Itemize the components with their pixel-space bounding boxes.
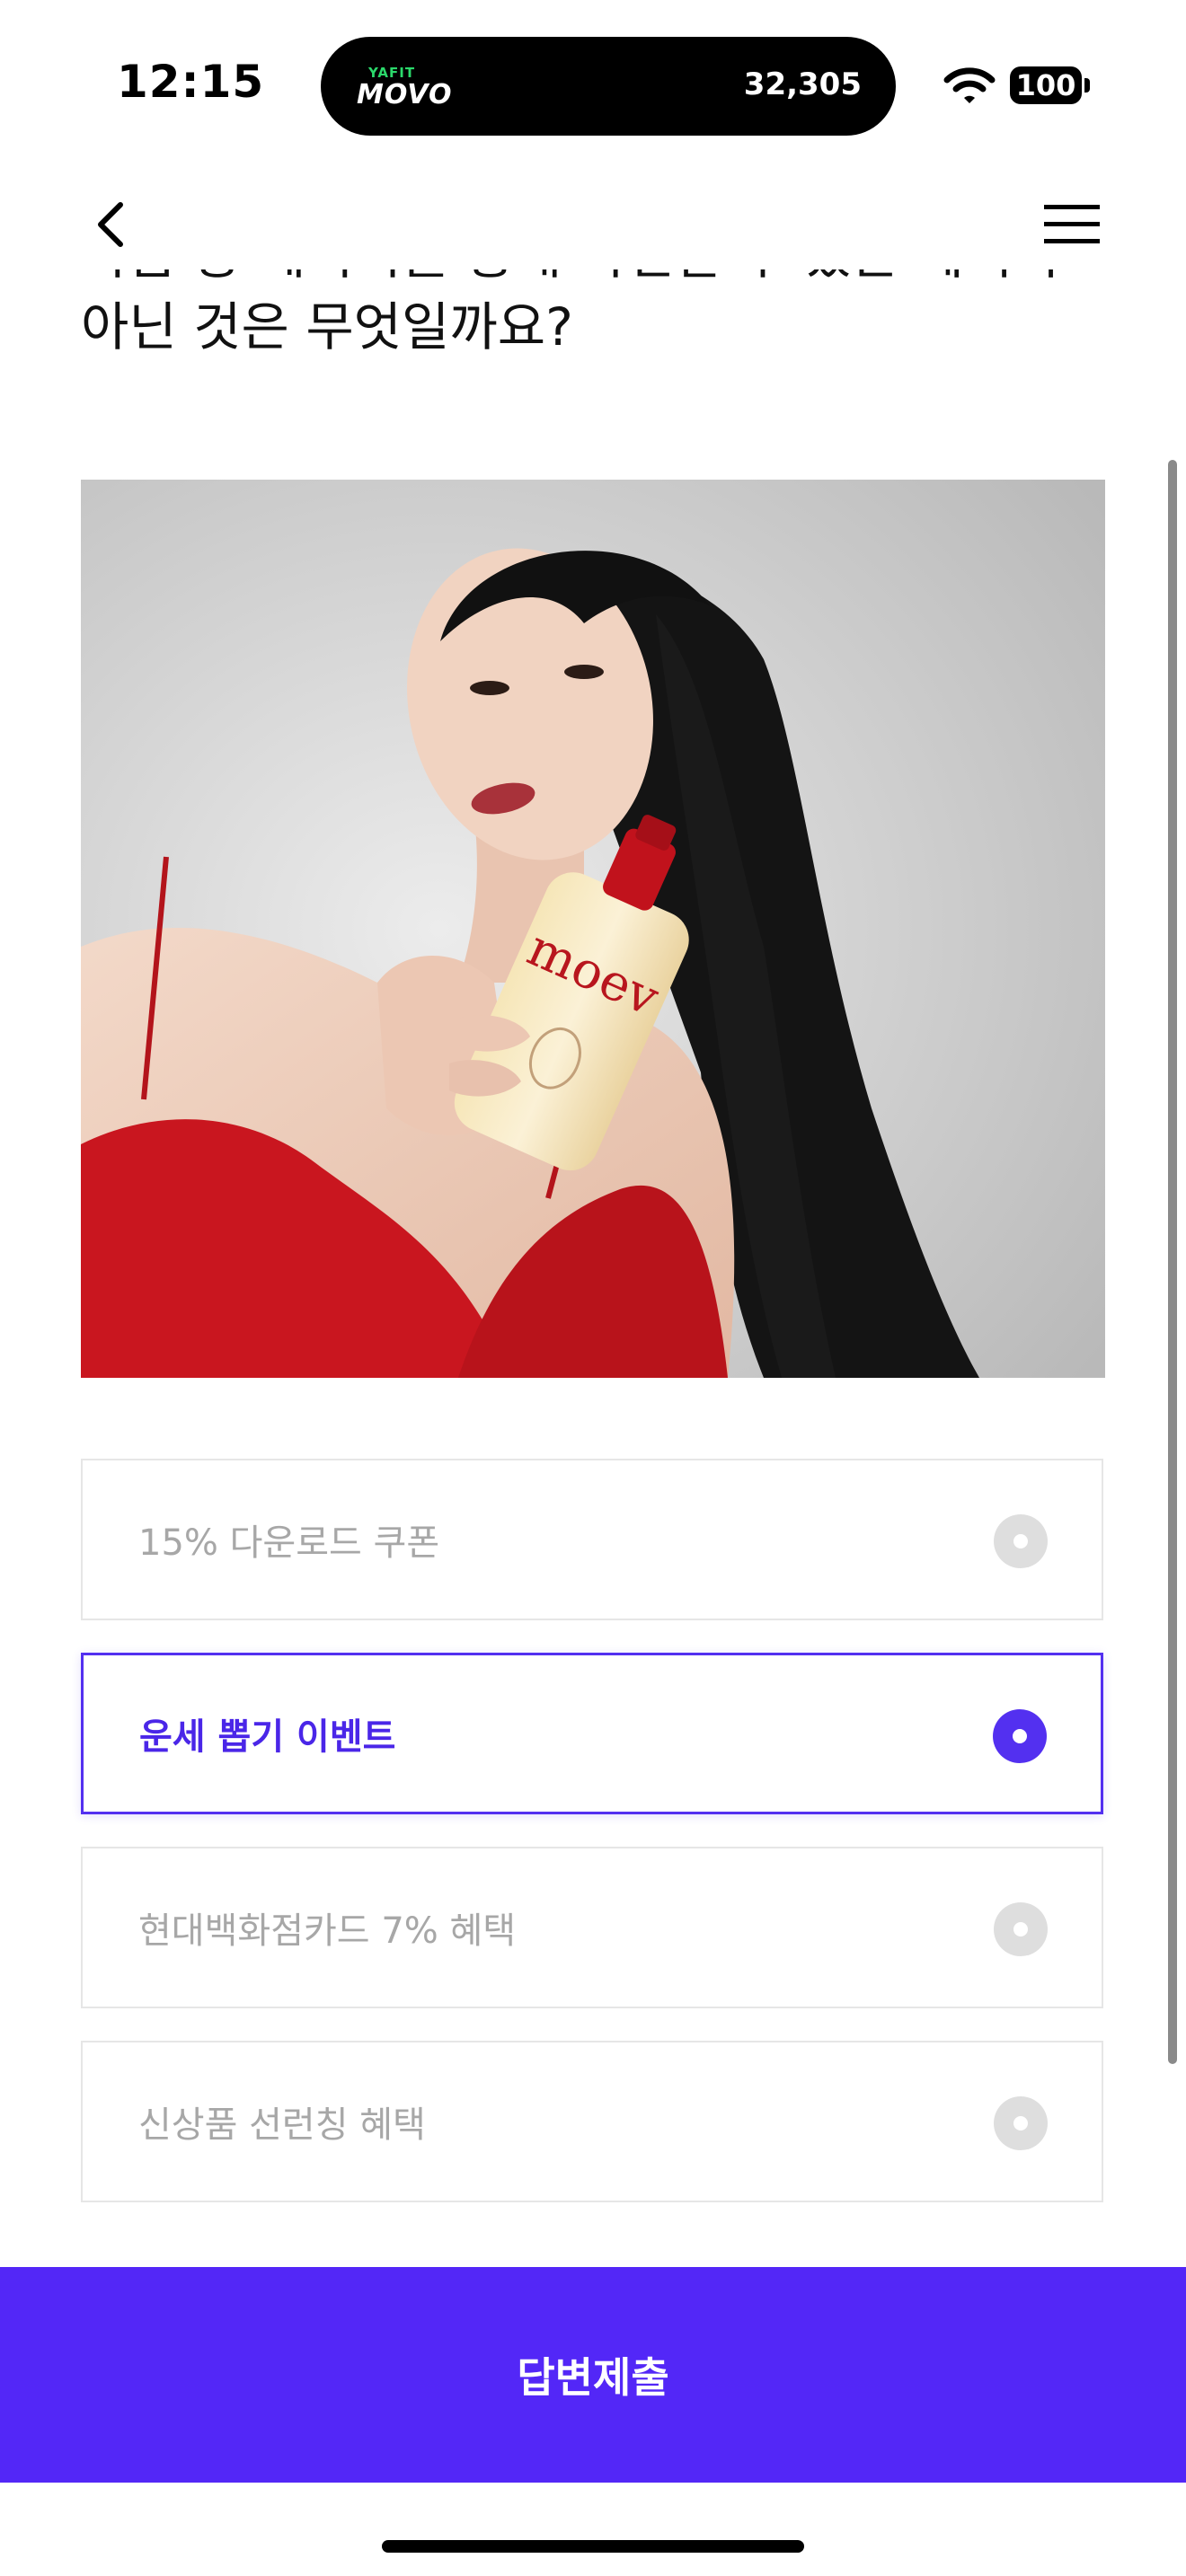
product-image: moev bbox=[81, 480, 1105, 1378]
home-indicator[interactable] bbox=[382, 2540, 804, 2553]
model-photo: moev bbox=[81, 480, 1105, 1378]
question-area: 다음 중 페이지를 통해 확인할 수 있는 혜택이 아닌 것은 무엇일까요? bbox=[0, 269, 1132, 404]
dynamic-island[interactable]: YAFIT MOVO 32,305 bbox=[321, 37, 896, 136]
screen: 12:15 YAFIT MOVO 32,305 100 다음 중 페이지를 통해… bbox=[0, 0, 1186, 2576]
submit-answer-button[interactable]: 답변제출 bbox=[0, 2267, 1186, 2483]
option-label: 운세 뽑기 이벤트 bbox=[139, 1716, 396, 1758]
wifi-icon bbox=[943, 67, 996, 103]
island-brand-logo: MOVO bbox=[357, 79, 453, 110]
option-label: 신상품 선런칭 혜택 bbox=[138, 2104, 426, 2146]
battery-indicator: 100 bbox=[1010, 66, 1082, 104]
status-time: 12:15 bbox=[117, 56, 265, 108]
radio-button[interactable] bbox=[994, 2096, 1048, 2150]
island-step-count: 32,305 bbox=[743, 66, 862, 102]
option-item-4[interactable]: 신상품 선런칭 혜택 bbox=[81, 2041, 1103, 2202]
question-text: 다음 중 페이지를 통해 확인할 수 있는 혜택이 아닌 것은 무엇일까요? bbox=[81, 269, 1060, 357]
radio-button[interactable] bbox=[994, 1902, 1048, 1956]
radio-button[interactable] bbox=[994, 1514, 1048, 1568]
hamburger-menu-icon[interactable] bbox=[1044, 203, 1100, 246]
option-item-2[interactable]: 운세 뽑기 이벤트 bbox=[81, 1653, 1103, 1814]
battery-tip bbox=[1084, 78, 1090, 93]
option-label: 15% 다운로드 쿠폰 bbox=[138, 1522, 440, 1564]
option-item-3[interactable]: 현대백화점카드 7% 혜택 bbox=[81, 1847, 1103, 2008]
option-label: 현대백화점카드 7% 혜택 bbox=[138, 1910, 517, 1952]
scrollbar[interactable] bbox=[1168, 460, 1177, 2064]
radio-button-selected[interactable] bbox=[993, 1709, 1047, 1763]
chevron-left-icon[interactable] bbox=[90, 199, 133, 250]
option-item-1[interactable]: 15% 다운로드 쿠폰 bbox=[81, 1459, 1103, 1620]
